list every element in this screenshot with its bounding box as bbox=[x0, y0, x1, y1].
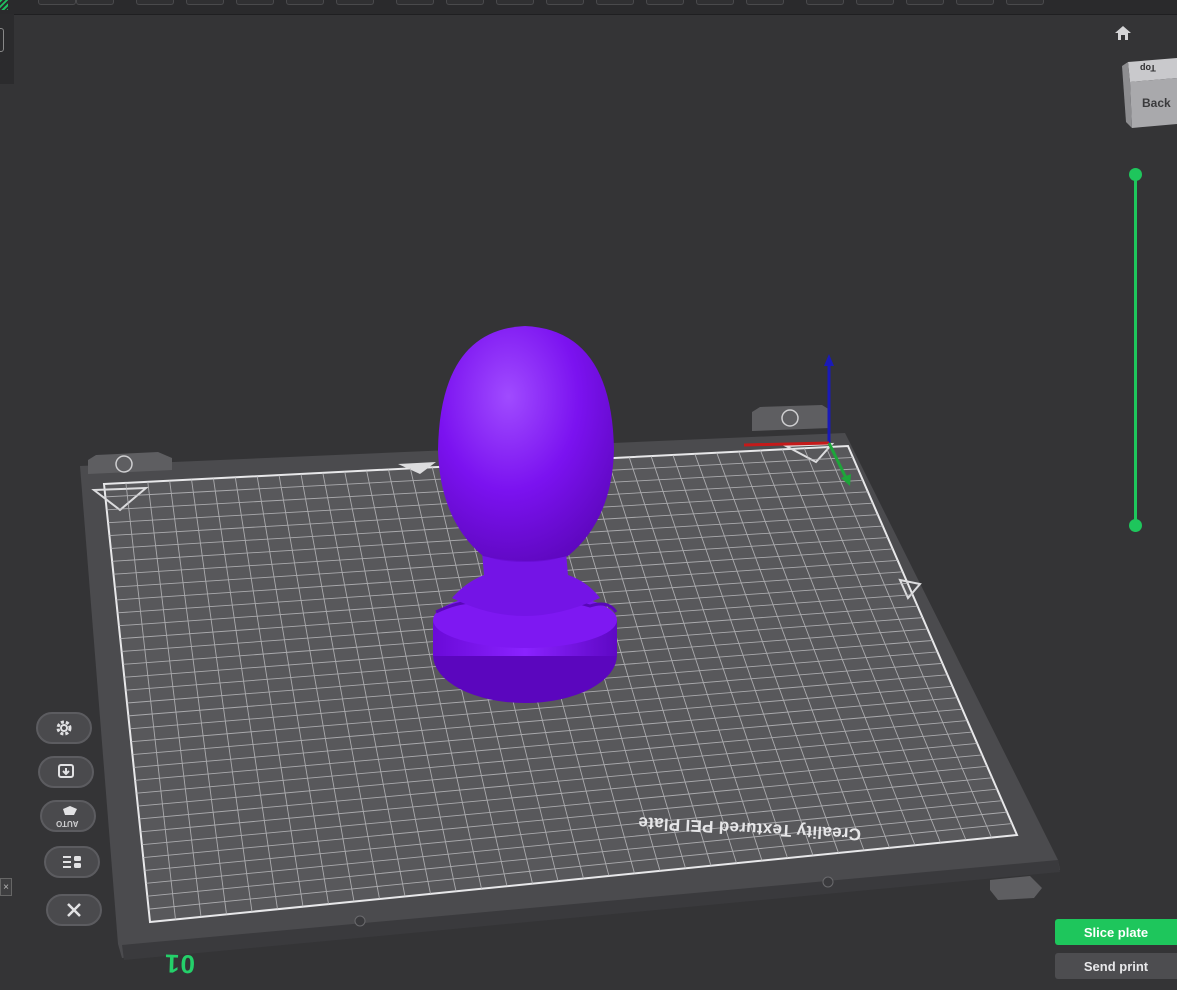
small-close-icon: × bbox=[3, 881, 9, 893]
cube-back-label: Back bbox=[1142, 96, 1171, 110]
viewport-tools: AUTO bbox=[30, 706, 110, 946]
scene-svg bbox=[80, 326, 1060, 960]
home-view-button[interactable] bbox=[1110, 22, 1136, 44]
cube-top-label: Top bbox=[1140, 63, 1156, 73]
list-icon bbox=[63, 856, 81, 868]
plate-number: 01 bbox=[163, 948, 196, 980]
object-list-button[interactable] bbox=[44, 846, 100, 878]
settings-button[interactable] bbox=[36, 712, 92, 744]
gear-icon bbox=[56, 720, 72, 736]
arrange-icon bbox=[63, 806, 77, 815]
add-plate-button[interactable] bbox=[38, 756, 94, 788]
collapse-side-panel-button[interactable]: × bbox=[0, 878, 12, 896]
import-icon bbox=[58, 764, 74, 778]
3d-viewport[interactable]: Creality Textured PEI Plate 01 bbox=[0, 0, 1177, 990]
close-icon bbox=[67, 903, 81, 917]
auto-label: AUTO bbox=[56, 819, 79, 828]
auto-arrange-button[interactable]: AUTO bbox=[40, 800, 96, 832]
send-print-button[interactable]: Send print bbox=[1055, 953, 1177, 979]
layer-slider-track[interactable] bbox=[1134, 175, 1137, 526]
model-object[interactable] bbox=[433, 326, 618, 703]
home-icon bbox=[1115, 26, 1131, 40]
slice-plate-button[interactable]: Slice plate bbox=[1055, 919, 1177, 945]
layer-slider[interactable] bbox=[1122, 166, 1150, 536]
close-button[interactable] bbox=[46, 894, 102, 926]
view-cube[interactable]: Top Back bbox=[1122, 56, 1177, 128]
layer-slider-bottom-handle[interactable] bbox=[1129, 519, 1142, 532]
layer-slider-top-handle[interactable] bbox=[1129, 168, 1142, 181]
